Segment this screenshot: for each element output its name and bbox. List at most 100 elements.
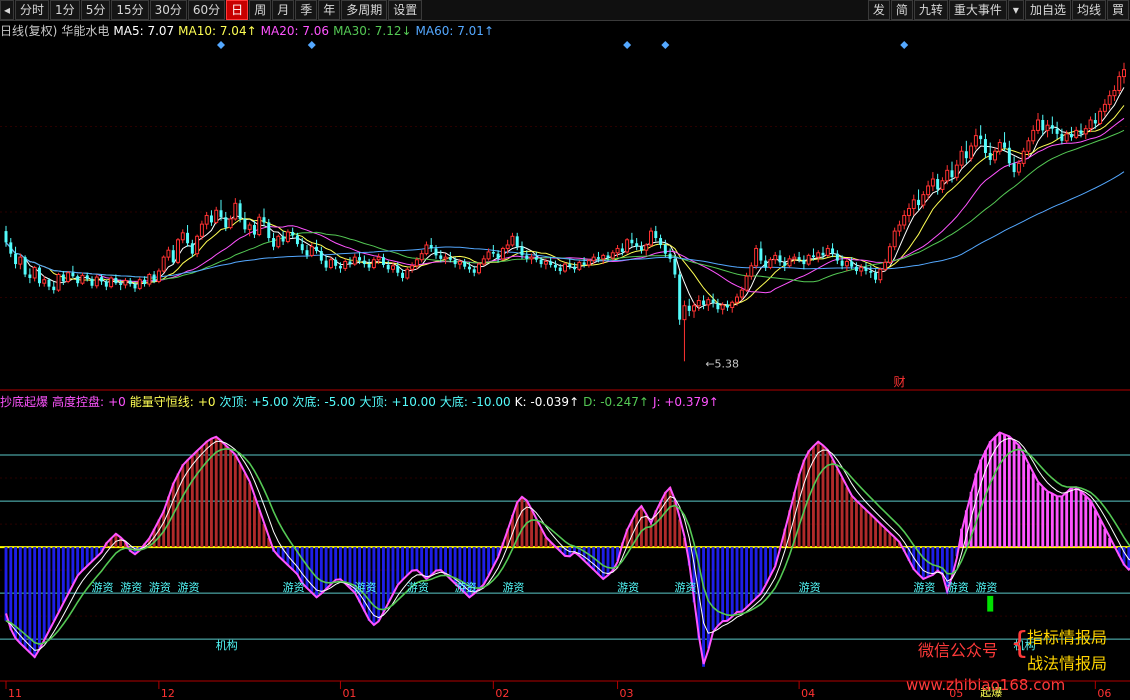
indicator-bar [4, 547, 8, 621]
chart-stage[interactable]: ←5.38财q 游资游资游资游资游资游资游资游资游资游资游资游资游资游资游资游资… [0, 21, 1130, 700]
indicator-bar [979, 459, 983, 548]
indicator-bar [921, 547, 925, 580]
month-label: 03 [620, 687, 634, 700]
candle-body [735, 296, 739, 303]
candle-body [396, 265, 400, 273]
candle [257, 213, 262, 237]
candle-body [467, 266, 471, 270]
candle [214, 206, 219, 225]
indicator-bar [38, 547, 41, 649]
candle [9, 238, 13, 258]
candle [711, 293, 715, 308]
indicator-bar [410, 547, 414, 571]
indicator-bar [47, 547, 51, 630]
candle-body [744, 275, 749, 291]
candle [988, 142, 992, 166]
toolbar-button-jiuzhuan[interactable]: 九转 [913, 0, 948, 20]
indicator-lines [5, 431, 1130, 665]
candle [997, 139, 1002, 155]
toolbar-button-fa[interactable]: 发 [867, 0, 890, 20]
indicator-bar [850, 496, 854, 548]
indicator-bar [1041, 487, 1045, 548]
candle-body [964, 151, 968, 159]
period-button-fenshi[interactable]: 分时 [15, 0, 50, 20]
candle [291, 227, 295, 239]
period-button-settings[interactable]: 设置 [388, 0, 423, 20]
candle [147, 272, 152, 287]
candle [401, 269, 405, 282]
candle-body [338, 265, 342, 269]
watermark-line2: 战法情报局 [1027, 654, 1108, 673]
indicator-bar [1093, 510, 1097, 548]
toolbar-button-buy[interactable]: 買 [1106, 0, 1129, 20]
candle [37, 265, 41, 287]
indicator-bar [835, 468, 839, 548]
indicator-bar [520, 496, 524, 548]
candle [128, 277, 132, 287]
candle [625, 238, 630, 254]
toolbar-button-jian[interactable]: 简 [890, 0, 913, 20]
indicator-bar [1046, 491, 1049, 548]
indicator-bar [1074, 487, 1078, 548]
candle-body [233, 202, 238, 220]
candle [764, 255, 768, 272]
period-button-60m[interactable]: 60分 [187, 0, 226, 20]
candle [887, 243, 892, 265]
candle-body [768, 259, 773, 269]
month-label: 06 [1097, 687, 1111, 700]
watermark-wechat: 微信公众号 [918, 641, 999, 660]
candle-body [424, 244, 429, 255]
candle [835, 250, 839, 265]
candle [897, 220, 902, 237]
candle [696, 295, 701, 311]
candle [682, 300, 687, 362]
period-button-5m[interactable]: 5分 [80, 0, 111, 20]
candle-body [52, 286, 56, 291]
candle-body [14, 253, 18, 265]
candle [768, 257, 773, 270]
period-button-15m[interactable]: 15分 [111, 0, 149, 20]
indicator-bar [845, 487, 849, 548]
candle-body [1036, 119, 1040, 131]
candle-body [1041, 119, 1045, 131]
candle-body [80, 274, 85, 284]
candle-body [716, 303, 720, 310]
period-button-30m[interactable]: 30分 [149, 0, 187, 20]
candle-body [950, 170, 954, 178]
indicator-bar [200, 445, 204, 548]
candle-body [176, 239, 180, 263]
candle-body [979, 135, 983, 140]
candle-body [104, 281, 108, 287]
candle-body [90, 278, 94, 286]
candle [577, 260, 582, 272]
back-arrow-icon[interactable]: ◂ [0, 0, 15, 20]
candle [911, 194, 916, 216]
period-button-month[interactable]: 月 [272, 0, 295, 20]
indicator-bar [339, 547, 342, 580]
candle [281, 231, 285, 245]
candle-body [1117, 76, 1122, 91]
chevron-down-icon[interactable]: ▾ [1007, 0, 1024, 20]
candle-body [787, 258, 792, 267]
candle [190, 239, 194, 258]
period-button-1m[interactable]: 1分 [50, 0, 80, 20]
candle [586, 258, 591, 268]
indicator-bar [721, 547, 725, 621]
candle-body [1079, 130, 1083, 134]
period-button-multi[interactable]: 多周期 [341, 0, 388, 20]
indicator-bar [348, 547, 352, 589]
toolbar-button-addfav[interactable]: 加自选 [1024, 0, 1071, 20]
period-button-season[interactable]: 季 [295, 0, 318, 20]
candle [66, 271, 71, 284]
indicator-bar [663, 491, 667, 548]
candle [161, 255, 166, 273]
period-button-day[interactable]: 日 [226, 0, 249, 20]
candle-body [1050, 125, 1054, 129]
period-button-week[interactable]: 周 [249, 0, 272, 20]
toolbar-button-maline[interactable]: 均线 [1071, 0, 1106, 20]
candle-body [161, 256, 166, 272]
candle-body [1060, 133, 1064, 141]
period-button-year[interactable]: 年 [318, 0, 341, 20]
toolbar-button-events[interactable]: 重大事件 [948, 0, 1007, 20]
indicator-bar [816, 441, 820, 548]
